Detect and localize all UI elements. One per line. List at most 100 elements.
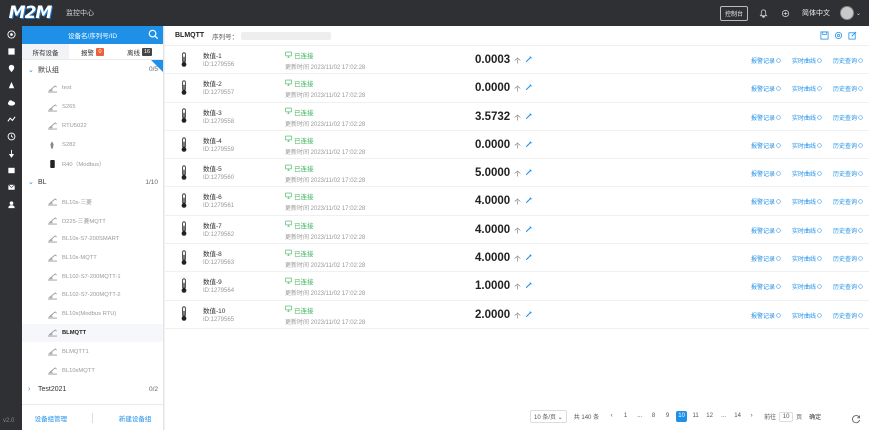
action-link-2[interactable]: 历史查询 [833,226,863,235]
page-number[interactable]: 14 [732,411,743,422]
action-link-2[interactable]: 历史查询 [833,197,863,206]
action-link-0[interactable]: 报警记录 [751,282,781,291]
action-link-0[interactable]: 报警记录 [751,311,781,320]
action-link-1[interactable]: 实时曲线 [792,282,822,291]
pin-icon[interactable] [0,145,22,162]
search-input[interactable]: 设备名/序列号/ID [22,26,163,44]
device-item[interactable]: BL10x-MQTT [22,248,163,267]
write-value-icon[interactable] [525,253,533,263]
action-link-0[interactable]: 报警记录 [751,169,781,178]
device-item[interactable]: BL10x(Modbus RTU) [22,305,163,324]
prev-page-icon[interactable]: ‹ [606,411,617,422]
action-link-1[interactable]: 实时曲线 [792,311,822,320]
write-value-icon[interactable] [525,140,533,150]
filter-tab[interactable]: 报警 0 [69,44,116,59]
page-number[interactable]: 9 [662,411,673,422]
device-item[interactable]: BLMQTT1 [22,342,163,361]
manage-groups-button[interactable]: 设备组管理 [35,413,68,423]
action-link-2[interactable]: 历史查询 [833,84,863,93]
filter-tab[interactable]: 离线 16 [116,44,163,59]
write-value-icon[interactable] [525,196,533,206]
action-link-0[interactable]: 报警记录 [751,141,781,150]
device-item[interactable]: S282 [22,135,163,154]
device-item[interactable]: test [22,79,163,98]
page-ellipsis[interactable]: ... [634,411,645,422]
device-item[interactable]: RTU5022 [22,117,163,136]
action-link-1[interactable]: 实时曲线 [792,84,822,93]
action-link-1[interactable]: 实时曲线 [792,254,822,263]
action-link-2[interactable]: 历史查询 [833,311,863,320]
page-number[interactable]: 12 [704,411,715,422]
page-number[interactable]: 1 [620,411,631,422]
new-group-button[interactable]: 新建设备组 [119,413,152,423]
filter-tab[interactable]: 所有设备 [22,44,69,59]
page-ellipsis[interactable]: ... [718,411,729,422]
device-item[interactable]: BL10xMQTT [22,361,163,380]
action-link-2[interactable]: 历史查询 [833,141,863,150]
console-button[interactable]: 控制台 [719,5,748,21]
chevron-down-icon[interactable]: ⌄ [28,66,38,74]
action-link-2[interactable]: 历史查询 [833,113,863,122]
device-item[interactable]: BLMQTT [22,323,163,343]
language-switch[interactable]: 简体中文 [802,8,830,18]
device-item[interactable]: BL10x-三菱 [22,192,163,211]
device-item[interactable]: S265 [22,98,163,117]
action-link-0[interactable]: 报警记录 [751,254,781,263]
location-icon[interactable] [0,60,22,77]
action-link-0[interactable]: 报警记录 [751,84,781,93]
action-link-0[interactable]: 报警记录 [751,197,781,206]
trend-icon[interactable] [0,111,22,128]
bell-icon[interactable] [758,7,770,19]
save-icon[interactable] [820,31,829,40]
device-item[interactable]: BL10x-S7-200SMART [22,230,163,249]
action-link-2[interactable]: 历史查询 [833,282,863,291]
write-value-icon[interactable] [525,281,533,291]
action-link-1[interactable]: 实时曲线 [792,141,822,150]
device-list-icon[interactable] [0,43,22,60]
page-number[interactable]: 11 [690,411,701,422]
action-link-0[interactable]: 报警记录 [751,113,781,122]
write-value-icon[interactable] [525,310,533,320]
settings-icon[interactable] [834,31,843,40]
chevron-down-icon[interactable]: ⌄ [28,178,38,186]
page-size-select[interactable]: 10 条/页 ⌄ [530,410,567,423]
action-link-2[interactable]: 历史查询 [833,169,863,178]
message-icon[interactable] [0,179,22,196]
page-number[interactable]: 8 [648,411,659,422]
action-link-1[interactable]: 实时曲线 [792,226,822,235]
cloud-icon[interactable] [0,94,22,111]
share-icon[interactable] [780,7,792,19]
avatar[interactable] [839,6,854,20]
action-link-0[interactable]: 报警记录 [751,226,781,235]
device-group[interactable]: ⌄ BL 1/10 [22,173,163,192]
device-item[interactable]: D225-三菱MQTT [22,211,163,230]
write-value-icon[interactable] [525,225,533,235]
page-number[interactable]: 10 [676,411,688,422]
history-icon[interactable] [0,128,22,145]
next-page-icon[interactable]: › [746,411,757,422]
action-link-1[interactable]: 实时曲线 [792,113,822,122]
device-item[interactable]: BL102-S7-200MQTT-1 [22,267,163,286]
user-menu[interactable]: ⌄ [839,6,861,20]
confirm-button[interactable]: 确定 [809,412,821,421]
device-group[interactable]: › Test2021 0/2 [22,380,163,399]
action-link-1[interactable]: 实时曲线 [792,56,822,65]
action-link-0[interactable]: 报警记录 [751,56,781,65]
goto-page-input[interactable]: 10 [779,411,794,422]
alarm-icon[interactable] [0,77,22,94]
write-value-icon[interactable] [525,83,533,93]
device-item[interactable]: BL102-S7-200MQTT-2 [22,286,163,305]
dashboard-icon[interactable] [0,26,22,43]
edit-icon[interactable] [848,31,857,40]
write-value-icon[interactable] [525,55,533,65]
report-icon[interactable] [0,162,22,179]
device-group[interactable]: ⌄ 默认组 0/5 [22,60,163,79]
app-logo[interactable]: M2M [0,0,60,26]
refresh-icon[interactable] [851,414,861,424]
write-value-icon[interactable] [525,168,533,178]
action-link-1[interactable]: 实时曲线 [792,197,822,206]
nav-title[interactable]: 监控中心 [66,8,94,18]
action-link-1[interactable]: 实时曲线 [792,169,822,178]
user-icon[interactable] [0,196,22,213]
device-item[interactable]: R40（Modbus） [22,154,163,173]
